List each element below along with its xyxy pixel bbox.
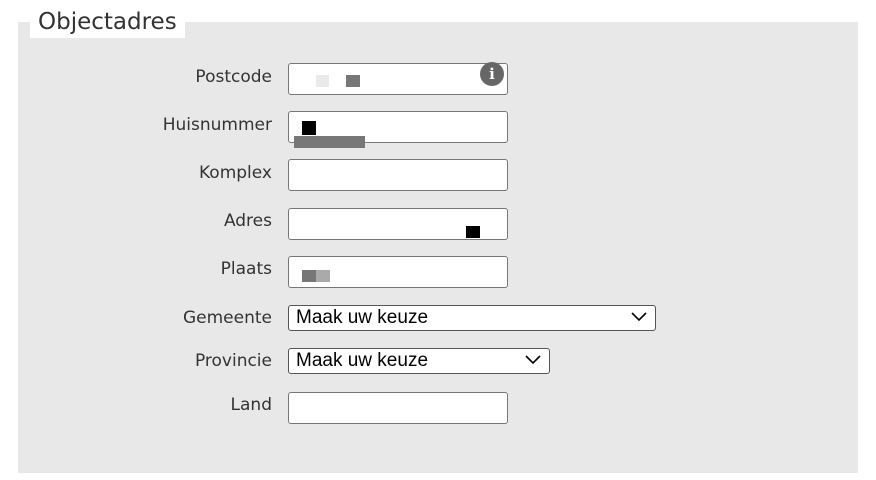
gemeente-label: Gemeente [182, 308, 272, 328]
huisnummer-label: Huisnummer [162, 115, 272, 135]
provincie-select[interactable]: Maak uw keuze [288, 348, 550, 374]
plaats-label: Plaats [220, 259, 272, 279]
redacted-block [316, 75, 329, 87]
adres-label: Adres [223, 211, 272, 231]
gemeente-row: Gemeente Maak uw keuze [0, 305, 876, 337]
land-label: Land [230, 395, 272, 415]
huisnummer-row: Huisnummer [0, 111, 876, 148]
plaats-input[interactable] [288, 256, 508, 288]
redacted-block [302, 270, 316, 282]
gemeente-select[interactable]: Maak uw keuze [288, 305, 656, 331]
postcode-label: Postcode [195, 67, 272, 87]
redacted-block [466, 226, 480, 238]
provincie-label: Provincie [194, 351, 272, 371]
adres-row: Adres [0, 208, 876, 240]
redacted-block [294, 136, 365, 148]
redacted-block [346, 75, 360, 87]
komplex-label: Komplex [199, 163, 272, 183]
land-row: Land [0, 392, 876, 424]
land-input[interactable] [288, 392, 508, 424]
postcode-input[interactable] [288, 63, 508, 95]
postcode-row: Postcode [0, 63, 876, 95]
komplex-row: Komplex [0, 159, 876, 191]
gemeente-selected-value: Maak uw keuze [296, 307, 429, 328]
provincie-selected-value: Maak uw keuze [296, 350, 429, 371]
plaats-row: Plaats [0, 256, 876, 288]
redacted-block [316, 270, 330, 282]
komplex-input[interactable] [288, 159, 508, 191]
chevron-down-icon [631, 312, 647, 322]
redacted-block [302, 121, 316, 135]
section-title: Objectadres [30, 6, 185, 38]
chevron-down-icon [525, 355, 541, 365]
info-icon[interactable]: i [480, 62, 504, 86]
provincie-row: Provincie Maak uw keuze [0, 348, 876, 380]
adres-input[interactable] [288, 208, 508, 240]
huisnummer-input[interactable] [288, 111, 508, 148]
